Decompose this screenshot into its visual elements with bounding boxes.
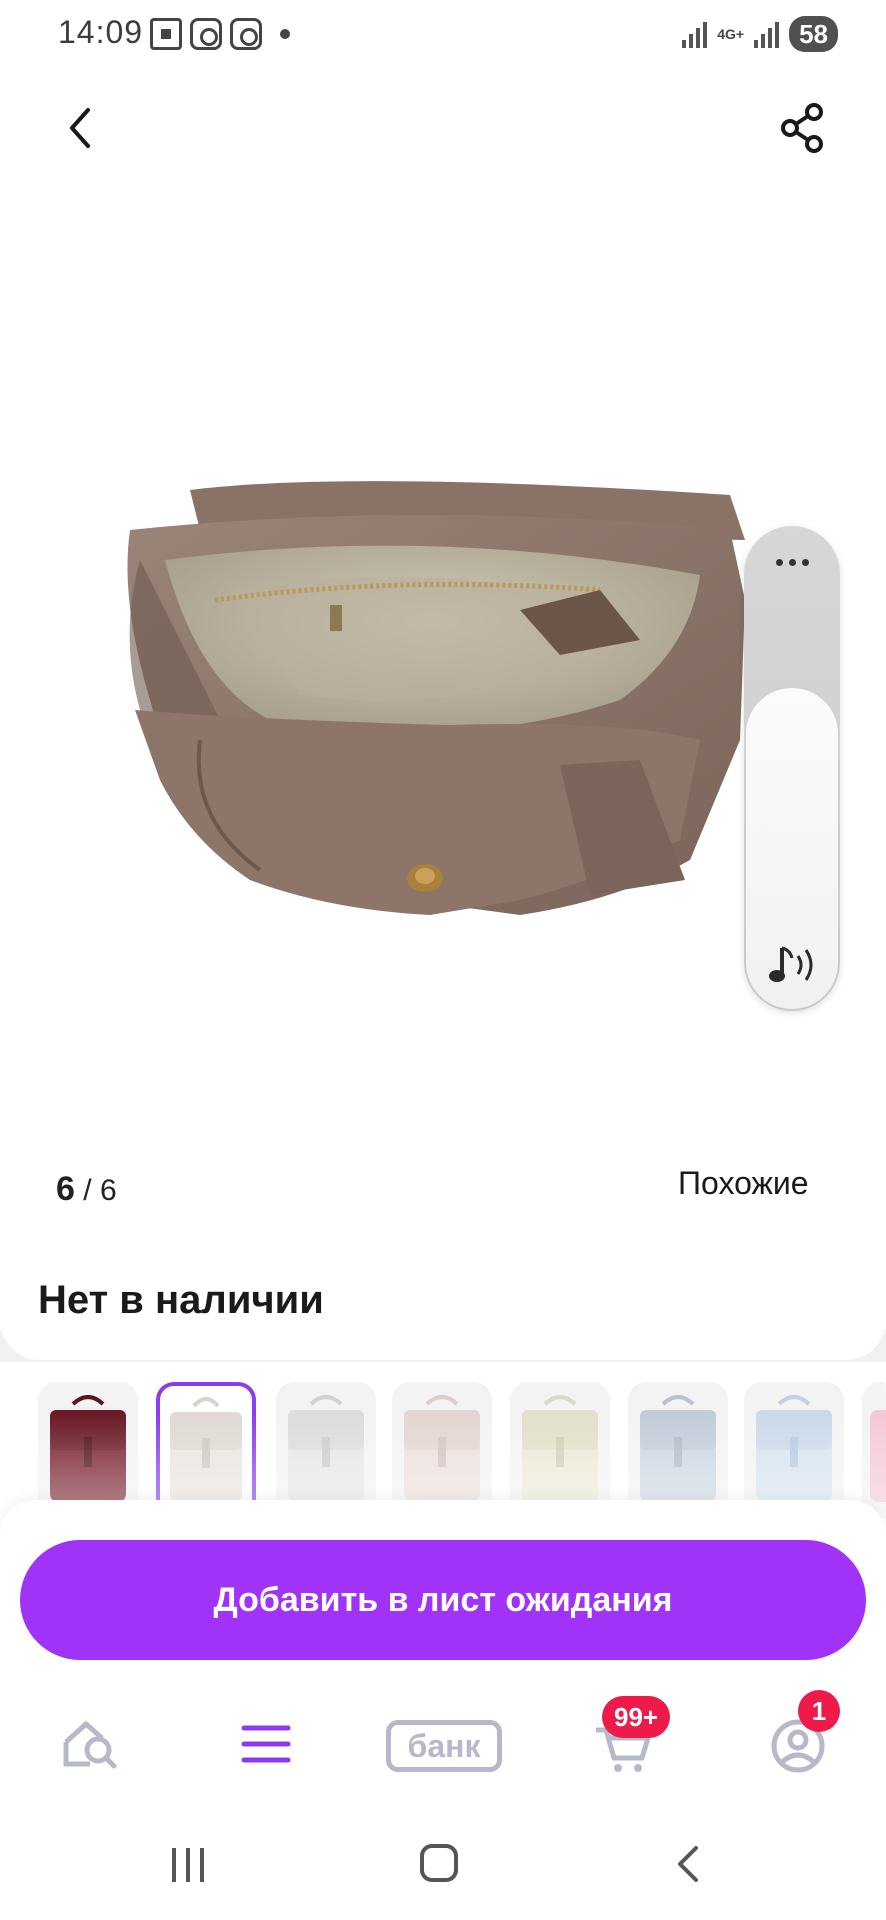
screenshot-icon [150, 18, 182, 50]
share-icon [781, 103, 823, 153]
image-counter-separator: / [74, 1174, 100, 1207]
notification-dot-icon [280, 29, 290, 39]
signal-icon [754, 20, 780, 48]
system-back-icon[interactable] [672, 1844, 704, 1884]
variant-thumb[interactable] [38, 1382, 138, 1518]
battery-indicator: 58 [789, 16, 838, 52]
status-right: 4G+ 58 [682, 16, 838, 52]
variant-thumb[interactable] [510, 1382, 610, 1518]
nav-home[interactable] [56, 1712, 136, 1776]
network-type: 4G+ [717, 26, 745, 42]
variant-bag-image [288, 1395, 364, 1502]
image-counter: 6 / 6 [56, 1170, 117, 1209]
status-time: 14:09 [58, 14, 144, 50]
variant-thumb[interactable] [392, 1382, 492, 1518]
variant-thumb-selected[interactable] [156, 1382, 256, 1518]
variant-thumb[interactable] [628, 1382, 728, 1518]
more-horizontal-icon[interactable] [770, 554, 814, 570]
catalog-menu-icon [241, 1725, 291, 1763]
variant-thumb[interactable] [862, 1382, 886, 1518]
variant-bag-image [50, 1395, 126, 1502]
section-bottom [0, 1320, 886, 1360]
similar-link[interactable]: Похожие [678, 1165, 809, 1202]
nav-bank[interactable]: банк [386, 1720, 502, 1772]
home-button[interactable] [420, 1844, 458, 1882]
instagram-icon [230, 18, 262, 50]
variant-bag-image [170, 1397, 242, 1502]
bottom-navigation: банк 99+ 1 [0, 1690, 886, 1800]
variant-bag-image [404, 1395, 480, 1502]
variant-bag-image [756, 1395, 832, 1502]
instagram-icon [190, 18, 222, 50]
share-button[interactable] [776, 100, 832, 156]
add-to-waitlist-button[interactable]: Добавить в лист ожидания [20, 1540, 866, 1660]
image-counter-current: 6 [56, 1170, 75, 1208]
system-navigation [0, 1800, 886, 1920]
variant-thumb[interactable] [276, 1382, 376, 1518]
notification-icons [150, 18, 290, 50]
back-button[interactable] [58, 100, 106, 156]
music-note-icon[interactable] [766, 940, 822, 990]
chevron-left-icon [70, 108, 90, 148]
floating-assistant-panel [744, 526, 840, 1011]
variant-bag-image [640, 1395, 716, 1502]
cart-badge: 99+ [602, 1696, 671, 1738]
home-search-icon [63, 1721, 117, 1769]
status-bar: 14:09 4G+ 58 [0, 0, 886, 70]
variant-bag-image [522, 1395, 598, 1502]
profile-badge: 1 [798, 1690, 840, 1732]
availability-status: Нет в наличии [38, 1278, 324, 1322]
variant-thumb[interactable] [744, 1382, 844, 1518]
cta-bar: Добавить в лист ожидания [0, 1500, 886, 1690]
signal-icon [682, 20, 708, 48]
recents-button[interactable] [172, 1848, 212, 1882]
nav-catalog[interactable] [226, 1712, 306, 1776]
image-counter-total: 6 [99, 1174, 117, 1207]
variant-bag-image [870, 1410, 886, 1502]
